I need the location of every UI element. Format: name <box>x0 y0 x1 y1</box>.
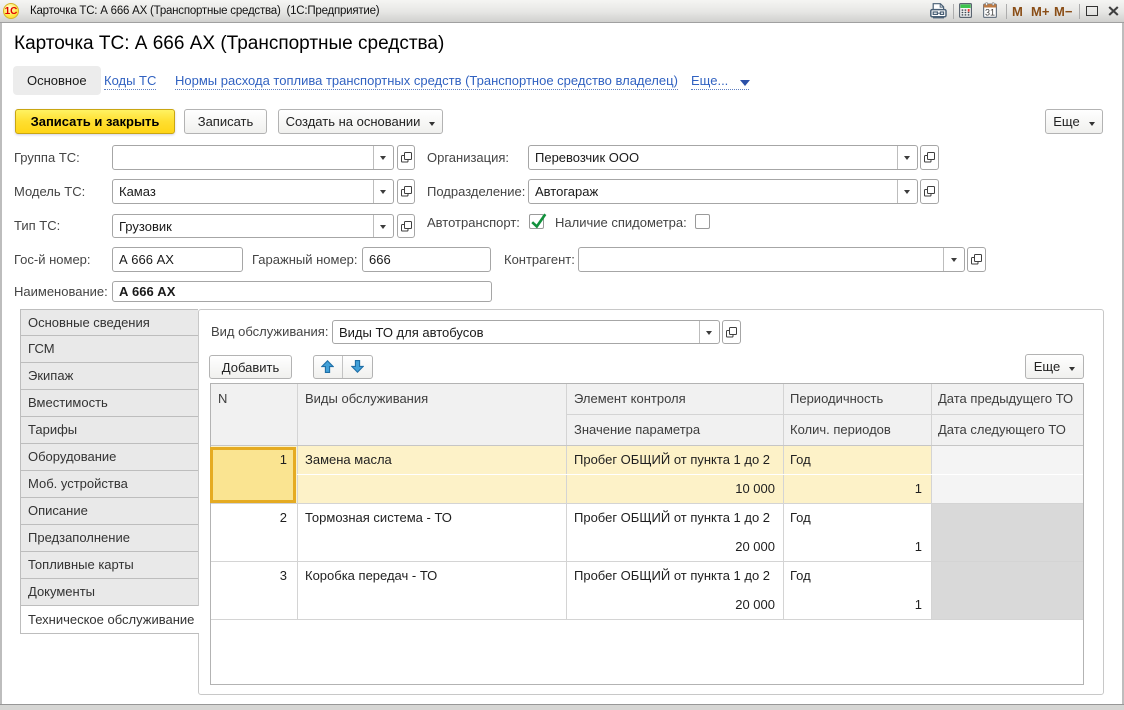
svg-text:31: 31 <box>985 8 995 18</box>
